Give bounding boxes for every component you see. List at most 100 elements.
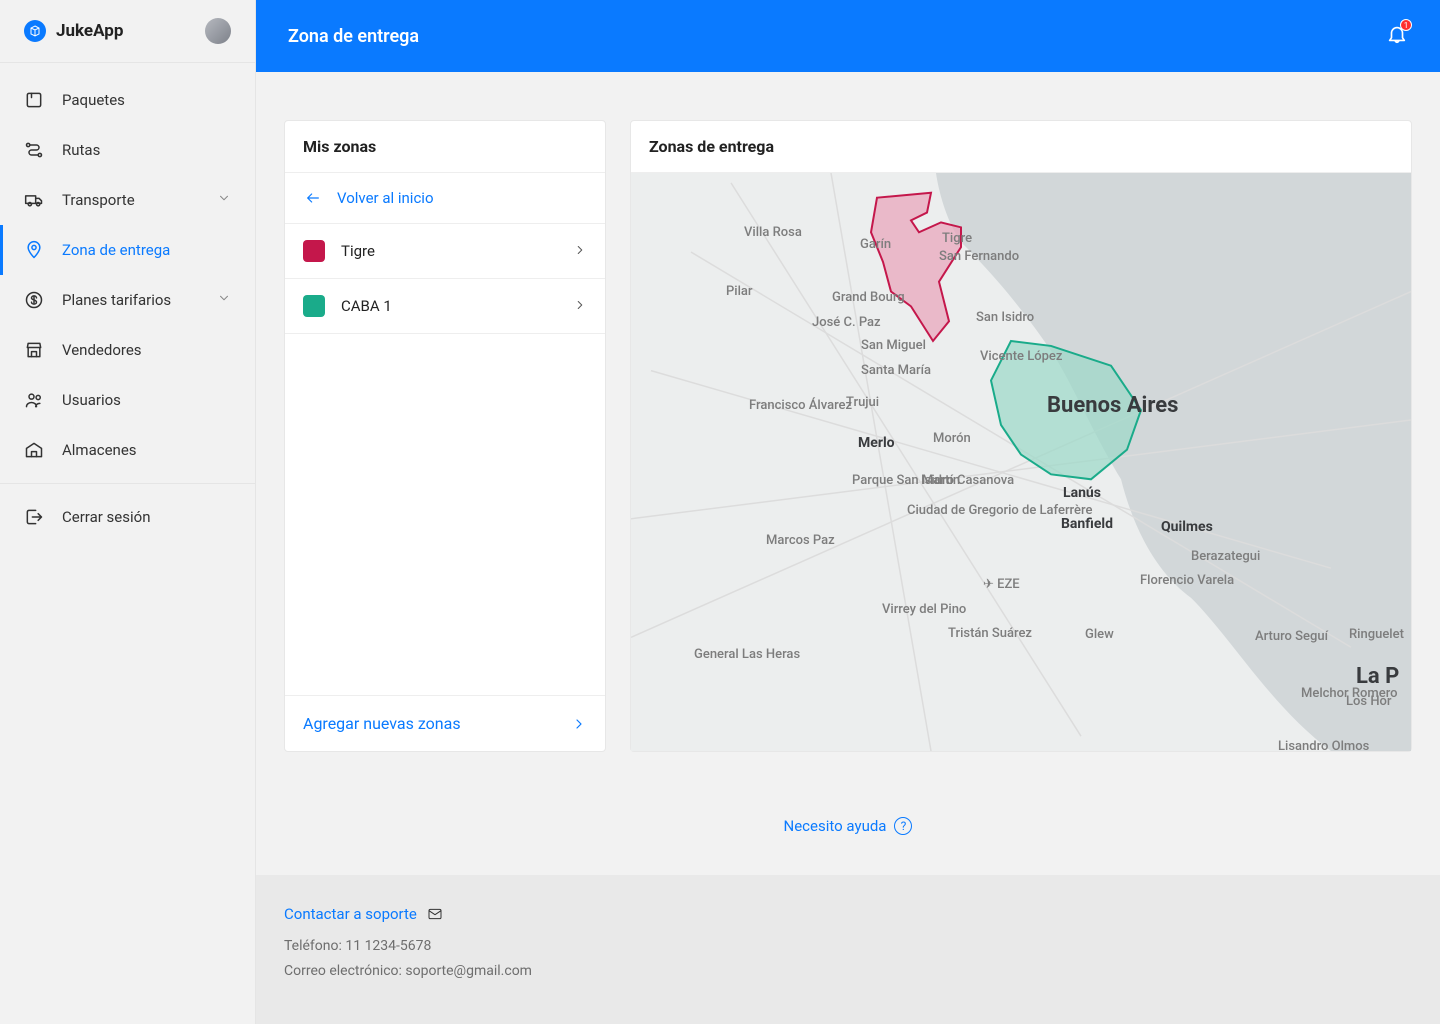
map-city-label: Banfield [1061, 516, 1113, 532]
store-icon [24, 340, 44, 360]
notifications-button[interactable]: 1 [1386, 23, 1408, 49]
zone-name: CABA 1 [341, 297, 392, 315]
truck-icon [24, 190, 44, 210]
nav-logout[interactable]: Cerrar sesión [0, 492, 255, 542]
map-city-label: Pilar [726, 284, 753, 299]
map-city-label: Berazategui [1191, 549, 1260, 564]
mail-icon [425, 906, 445, 922]
nav-label: Usuarios [62, 391, 121, 409]
back-link[interactable]: Volver al inicio [285, 173, 605, 224]
zone-swatch [303, 240, 325, 262]
chevron-down-icon [217, 191, 231, 209]
map-city-label: ✈ EZE [983, 577, 1020, 592]
footer-contact-link[interactable]: Contactar a soporte [284, 901, 1412, 928]
nav-almacenes[interactable]: Almacenes [0, 425, 255, 475]
nav-label: Transporte [62, 191, 135, 209]
logout-icon [24, 507, 44, 527]
sidebar: JukeApp Paquetes Rutas Transporte Zona d… [0, 0, 256, 1024]
map-city-label: Merlo [858, 435, 895, 451]
map-city-label: San Miguel [861, 338, 926, 353]
map-city-label: San Fernando [939, 249, 1019, 264]
main: Zona de entrega 1 Mis zonas Volver al in… [256, 0, 1440, 1024]
nav: Paquetes Rutas Transporte Zona de entreg… [0, 63, 255, 1024]
footer: Contactar a soporte Teléfono: 11 1234-56… [256, 875, 1440, 1024]
route-icon [24, 140, 44, 160]
content: Mis zonas Volver al inicio Tigre CABA 1 [256, 72, 1440, 756]
zone-name: Tigre [341, 242, 375, 260]
map-city-label: General Las Heras [694, 647, 800, 662]
question-icon: ? [894, 817, 912, 835]
chevron-right-icon [573, 242, 587, 261]
map-city-label: Marcos Paz [766, 533, 835, 548]
package-icon [24, 90, 44, 110]
map-city-label: San Isidro [976, 310, 1034, 325]
help-link[interactable]: Necesito ayuda ? [784, 817, 913, 835]
footer-phone: Teléfono: 11 1234-5678 [284, 934, 1412, 959]
dollar-icon [24, 290, 44, 310]
chevron-down-icon [217, 291, 231, 309]
users-icon [24, 390, 44, 410]
nav-transporte[interactable]: Transporte [0, 175, 255, 225]
help-section: Necesito ayuda ? [256, 756, 1440, 875]
nav-usuarios[interactable]: Usuarios [0, 375, 255, 425]
map-panel-title: Zonas de entrega [631, 121, 1411, 173]
map-city-label: Florencio Varela [1140, 573, 1234, 588]
map-city-label: Santa María [861, 363, 931, 378]
nav-rutas[interactable]: Rutas [0, 125, 255, 175]
sidebar-header: JukeApp [0, 0, 255, 63]
nav-label: Paquetes [62, 91, 125, 109]
map-panel: Zonas de entrega [630, 120, 1412, 752]
topbar: Zona de entrega 1 [256, 0, 1440, 72]
map-city-label: Virrey del Pino [882, 602, 966, 617]
warehouse-icon [24, 440, 44, 460]
map-city-label: Glew [1085, 627, 1114, 642]
map-city-label: Isidro Casanova [921, 473, 1014, 488]
map-city-label: Francisco Álvarez [749, 398, 852, 413]
zone-swatch [303, 295, 325, 317]
chevron-right-icon [573, 297, 587, 316]
footer-email: Correo electrónico: soporte@gmail.com [284, 959, 1412, 984]
logo-icon [24, 20, 46, 42]
nav-label: Vendedores [62, 341, 142, 359]
map-city-label: Ringuelet [1349, 627, 1404, 642]
zones-panel-title: Mis zonas [285, 121, 605, 173]
logo[interactable]: JukeApp [24, 20, 123, 42]
map-city-label: Los Hor [1346, 694, 1392, 709]
nav-label: Planes tarifarios [62, 291, 171, 309]
map-city-label: Tigre [942, 231, 972, 246]
app-name: JukeApp [56, 21, 123, 41]
map-city-label: Buenos Aires [1047, 393, 1178, 418]
map-city-label: Lanús [1063, 485, 1101, 501]
zone-row-caba1[interactable]: CABA 1 [285, 279, 605, 334]
zone-list: Tigre CABA 1 [285, 224, 605, 334]
map-city-label: Tristán Suárez [948, 626, 1032, 641]
map-city-label: José C. Paz [812, 315, 881, 330]
chevron-right-icon [571, 716, 587, 732]
map-city-label: Garín [860, 237, 891, 252]
zone-row-tigre[interactable]: Tigre [285, 224, 605, 279]
nav-vendedores[interactable]: Vendedores [0, 325, 255, 375]
add-zones-label: Agregar nuevas zonas [303, 714, 461, 733]
nav-label: Cerrar sesión [62, 508, 150, 526]
pin-icon [24, 240, 44, 260]
map-city-label: Vicente López [980, 349, 1062, 364]
nav-zona-entrega[interactable]: Zona de entrega [0, 225, 255, 275]
help-label: Necesito ayuda [784, 817, 887, 835]
map[interactable]: Villa RosaGarínTigreSan FernandoPilarGra… [631, 173, 1411, 751]
back-label: Volver al inicio [337, 189, 434, 207]
nav-label: Almacenes [62, 441, 137, 459]
page-title: Zona de entrega [288, 26, 419, 47]
arrow-left-icon [303, 190, 323, 206]
zones-panel: Mis zonas Volver al inicio Tigre CABA 1 [284, 120, 606, 752]
nav-label: Rutas [62, 141, 100, 159]
add-zones-button[interactable]: Agregar nuevas zonas [285, 695, 605, 751]
nav-planes[interactable]: Planes tarifarios [0, 275, 255, 325]
avatar[interactable] [205, 18, 231, 44]
map-city-label: Villa Rosa [744, 225, 802, 240]
map-canvas [631, 173, 1411, 751]
map-city-label: Morón [933, 431, 971, 446]
nav-paquetes[interactable]: Paquetes [0, 75, 255, 125]
map-city-label: Lisandro Olmos [1278, 739, 1369, 751]
notification-badge: 1 [1400, 19, 1412, 31]
footer-title-text: Contactar a soporte [284, 901, 417, 928]
